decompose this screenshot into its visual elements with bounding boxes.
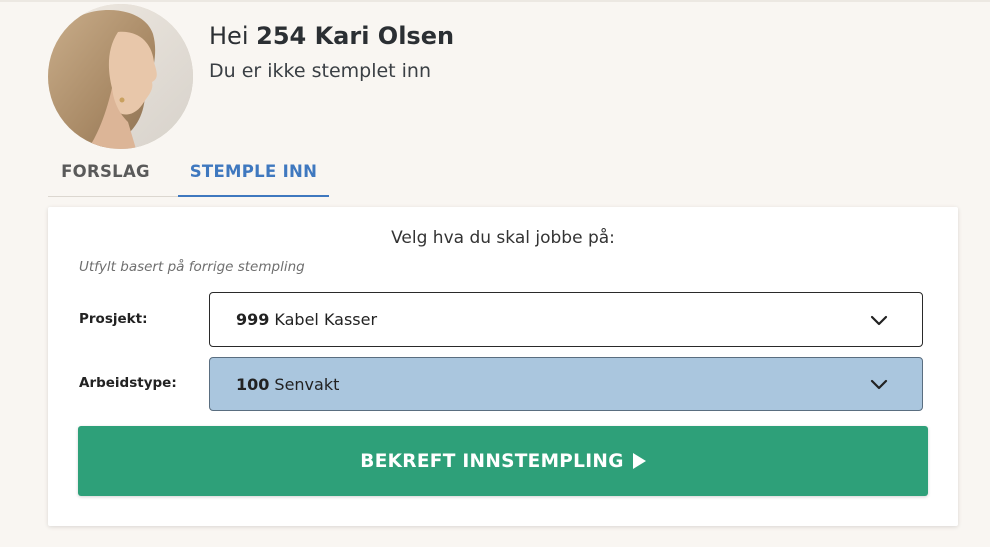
clock-in-card: Velg hva du skal jobbe på: Utfylt basert… — [48, 207, 958, 526]
clock-status: Du er ikke stemplet inn — [209, 60, 432, 82]
work-type-select[interactable]: 100 Senvakt — [209, 357, 923, 411]
chevron-down-icon — [870, 315, 888, 325]
project-select[interactable]: 999 Kabel Kasser — [209, 292, 923, 347]
card-heading: Velg hva du skal jobbe på: — [391, 228, 615, 248]
confirm-label: BEKREFT INNSTEMPLING — [360, 450, 624, 472]
project-code: 999 — [236, 310, 270, 329]
work-type-code: 100 — [236, 374, 270, 394]
work-type-name: Senvakt — [274, 374, 340, 394]
play-icon — [632, 453, 646, 469]
chevron-down-icon — [870, 379, 888, 390]
prefill-hint: Utfylt basert på forrige stempling — [79, 259, 305, 275]
tab-forslag[interactable]: FORSLAG — [48, 154, 163, 197]
tab-bar: FORSLAG STEMPLE INN — [48, 154, 958, 197]
confirm-clock-in-button[interactable]: BEKREFT INNSTEMPLING — [78, 426, 928, 496]
project-label: Prosjekt: — [79, 311, 148, 327]
tab-stemple-inn[interactable]: STEMPLE INN — [178, 154, 329, 197]
project-name: Kabel Kasser — [274, 310, 378, 329]
greeting-prefix: Hei — [209, 22, 249, 50]
work-type-label: Arbeidstype: — [79, 375, 177, 391]
avatar — [48, 4, 193, 149]
user-name: 254 Kari Olsen — [256, 22, 455, 50]
top-divider — [0, 0, 990, 2]
greeting: Hei 254 Kari Olsen — [209, 22, 454, 50]
avatar-photo — [48, 4, 193, 149]
